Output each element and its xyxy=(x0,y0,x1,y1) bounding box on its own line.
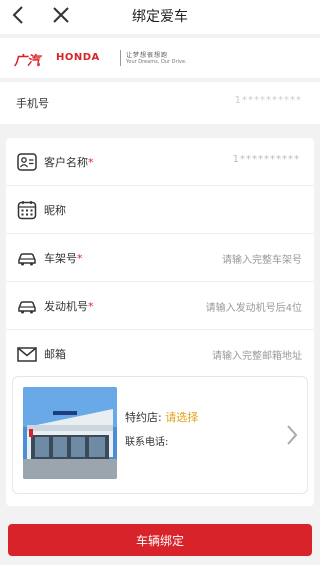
bind-form-card: 客户名称* 1********** 昵称 车架号* 请输入完整车架号 发动机号*… xyxy=(6,138,314,506)
brand-divider xyxy=(120,50,121,66)
vin-label: 车架号* xyxy=(44,252,83,265)
nickname-row[interactable]: 昵称 xyxy=(6,186,314,234)
phone-label: 手机号 xyxy=(16,97,49,110)
car-icon xyxy=(18,301,36,314)
dealer-photo xyxy=(23,387,117,479)
phone-value: 1********** xyxy=(234,95,302,106)
brand-slogan-cn: 让梦想很想跑 xyxy=(126,52,169,59)
calendar-icon xyxy=(17,201,37,220)
engine-label: 发动机号* xyxy=(44,300,94,313)
car-icon xyxy=(18,253,36,266)
honda-logo: HONDA xyxy=(56,52,100,63)
engine-input[interactable]: 请输入发动机号后4位 xyxy=(206,299,302,314)
dealer-phone-label: 联系电话: xyxy=(125,437,169,448)
id-card-icon xyxy=(17,153,37,171)
email-input[interactable]: 请输入完整邮箱地址 xyxy=(212,347,302,362)
bind-vehicle-button[interactable]: 车辆绑定 xyxy=(8,524,312,556)
phone-row: 手机号 1********** xyxy=(0,82,320,124)
nickname-label: 昵称 xyxy=(44,204,66,217)
gac-logo: 广汽 xyxy=(14,54,41,69)
brand-banner: 广汽 HONDA 让梦想很想跑 Your Dreams, Our Drive. xyxy=(0,38,320,78)
customer-name-row[interactable]: 客户名称* 1********** xyxy=(6,138,314,186)
customer-name-label: 客户名称* xyxy=(44,156,94,169)
dealer-store-select[interactable]: 请选择 xyxy=(165,411,198,424)
email-label: 邮箱 xyxy=(44,348,66,361)
page-title: 绑定爱车 xyxy=(132,9,188,25)
nav-bar: 绑定爱车 xyxy=(0,0,320,34)
engine-row[interactable]: 发动机号* 请输入发动机号后4位 xyxy=(6,282,314,330)
email-row[interactable]: 邮箱 请输入完整邮箱地址 xyxy=(6,330,314,378)
vin-row[interactable]: 车架号* 请输入完整车架号 xyxy=(6,234,314,282)
chevron-right-icon[interactable] xyxy=(285,423,299,447)
customer-name-value: 1********** xyxy=(232,154,300,165)
mail-icon xyxy=(17,347,37,362)
dealer-selector[interactable]: 特约店: 请选择 联系电话: xyxy=(12,376,308,494)
vin-input[interactable]: 请输入完整车架号 xyxy=(222,251,302,266)
dealer-store: 特约店: 请选择 xyxy=(125,411,199,424)
brand-slogan-en: Your Dreams, Our Drive. xyxy=(126,59,187,65)
